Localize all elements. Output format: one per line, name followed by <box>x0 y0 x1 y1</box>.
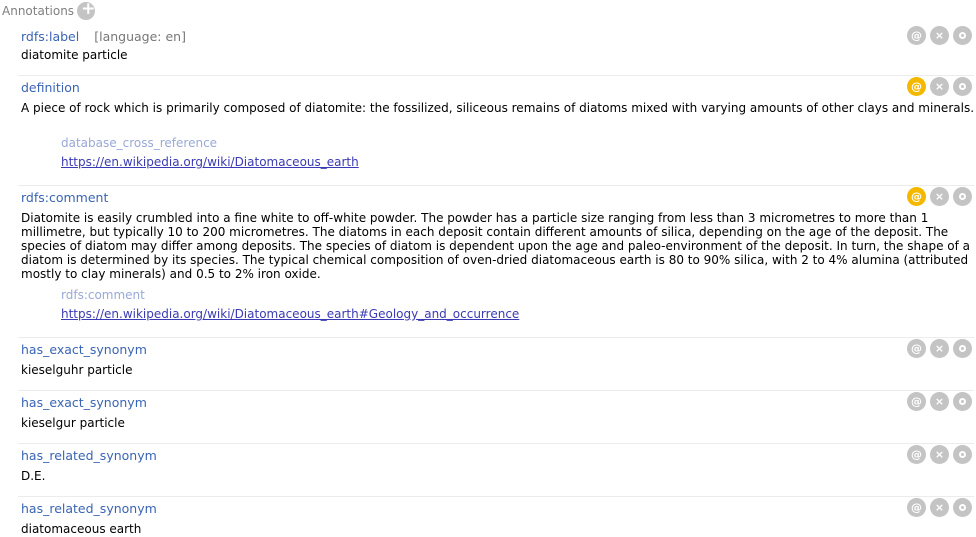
add-annotation-button[interactable]: + <box>77 0 96 20</box>
annotation-property-row: definition <box>21 78 80 96</box>
annotation-property[interactable]: has_exact_synonym <box>21 395 147 410</box>
annotation-property[interactable]: rdfs:comment <box>21 190 108 205</box>
circle-icon <box>959 345 966 352</box>
annotation-property[interactable]: has_related_synonym <box>21 448 157 463</box>
annotation-value: Diatomite is easily crumbled into a fine… <box>21 211 970 281</box>
annotation-item: has_exact_synonym kieselguhr particle @ … <box>18 339 974 391</box>
annotation-actions: @ × <box>907 445 972 464</box>
annotations-header: Annotations + <box>2 0 95 22</box>
edit-annotation-button[interactable] <box>953 498 972 517</box>
annotation-item: has_exact_synonym kieselgur particle @ × <box>18 392 974 444</box>
circle-icon <box>959 504 966 511</box>
annotation-property-row: has_related_synonym <box>21 446 157 464</box>
annotation-item: rdfs:label [language: en] diatomite part… <box>18 26 974 76</box>
annotation-property[interactable]: has_exact_synonym <box>21 342 147 357</box>
nested-annotation-link[interactable]: https://en.wikipedia.org/wiki/Diatomaceo… <box>61 155 359 169</box>
delete-annotation-button[interactable]: × <box>930 392 949 411</box>
annotate-annotation-button[interactable]: @ <box>907 187 926 206</box>
annotation-language: [language: en] <box>94 28 186 44</box>
annotation-value: D.E. <box>21 469 46 483</box>
annotation-item: has_related_synonym D.E. @ × <box>18 445 974 497</box>
annotation-value: diatomaceous earth <box>21 522 142 536</box>
delete-annotation-button[interactable]: × <box>930 339 949 358</box>
annotation-property-row: rdfs:label [language: en] <box>21 27 186 45</box>
edit-annotation-button[interactable] <box>953 77 972 96</box>
circle-icon <box>959 398 966 405</box>
annotation-property-row: has_exact_synonym <box>21 340 147 358</box>
annotation-property[interactable]: has_related_synonym <box>21 501 157 516</box>
annotate-annotation-button[interactable]: @ <box>907 26 926 45</box>
edit-annotation-button[interactable] <box>953 339 972 358</box>
nested-annotation-property[interactable]: database_cross_reference <box>61 136 217 150</box>
annotation-value: A piece of rock which is primarily compo… <box>21 101 975 115</box>
annotation-actions: @ × <box>907 77 972 96</box>
annotation-property-row: has_exact_synonym <box>21 393 147 411</box>
annotate-annotation-button[interactable]: @ <box>907 445 926 464</box>
edit-annotation-button[interactable] <box>953 187 972 206</box>
annotate-annotation-button[interactable]: @ <box>907 392 926 411</box>
circle-icon <box>959 32 966 39</box>
edit-annotation-button[interactable] <box>953 26 972 45</box>
annotation-item: definition A piece of rock which is prim… <box>18 77 974 186</box>
annotation-value: kieselgur particle <box>21 416 125 430</box>
annotation-actions: @ × <box>907 498 972 517</box>
circle-icon <box>959 193 966 200</box>
annotation-actions: @ × <box>907 392 972 411</box>
delete-annotation-button[interactable]: × <box>930 26 949 45</box>
annotation-property-row: has_related_synonym <box>21 499 157 517</box>
annotation-value: diatomite particle <box>21 48 128 62</box>
edit-annotation-button[interactable] <box>953 392 972 411</box>
annotation-actions: @ × <box>907 187 972 206</box>
delete-annotation-button[interactable]: × <box>930 77 949 96</box>
annotation-property-row: rdfs:comment <box>21 188 108 206</box>
annotations-title: Annotations <box>2 4 75 18</box>
annotate-annotation-button[interactable]: @ <box>907 498 926 517</box>
edit-annotation-button[interactable] <box>953 445 972 464</box>
annotate-annotation-button[interactable]: @ <box>907 77 926 96</box>
annotation-item: rdfs:comment Diatomite is easily crumble… <box>18 187 974 338</box>
annotation-item: has_related_synonym diatomaceous earth @… <box>18 498 974 537</box>
delete-annotation-button[interactable]: × <box>930 187 949 206</box>
annotate-annotation-button[interactable]: @ <box>907 339 926 358</box>
annotation-property[interactable]: definition <box>21 80 80 95</box>
circle-icon <box>959 451 966 458</box>
nested-annotation-link[interactable]: https://en.wikipedia.org/wiki/Diatomaceo… <box>61 307 519 321</box>
plus-icon: + <box>81 0 96 19</box>
circle-icon <box>959 83 966 90</box>
annotation-property[interactable]: rdfs:label <box>21 29 79 44</box>
delete-annotation-button[interactable]: × <box>930 498 949 517</box>
annotation-value: kieselguhr particle <box>21 363 133 377</box>
nested-annotation-property[interactable]: rdfs:comment <box>61 288 145 302</box>
delete-annotation-button[interactable]: × <box>930 445 949 464</box>
annotation-actions: @ × <box>907 26 972 45</box>
annotation-actions: @ × <box>907 339 972 358</box>
